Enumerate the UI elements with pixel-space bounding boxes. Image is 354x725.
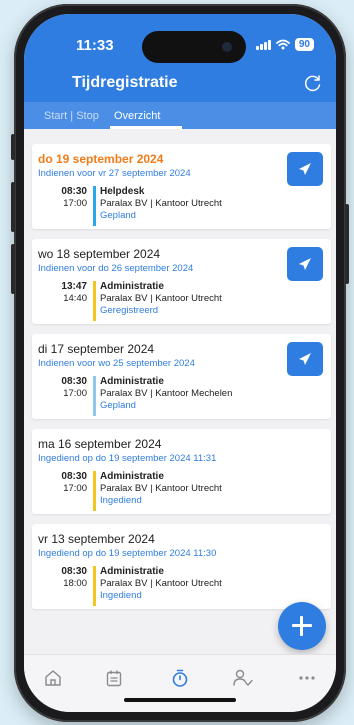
nav-home[interactable] bbox=[38, 663, 68, 693]
signal-icon bbox=[255, 39, 271, 50]
day-submitted: Ingediend op do 19 september 2024 11:30 bbox=[38, 548, 217, 559]
entry-end-time: 14:40 bbox=[63, 293, 87, 304]
entry-status-bar bbox=[93, 566, 96, 606]
refresh-icon[interactable] bbox=[302, 72, 324, 94]
day-card[interactable]: ma 16 september 2024 Ingediend op do 19 … bbox=[32, 429, 331, 514]
entry-title: Administratie bbox=[100, 376, 164, 387]
send-icon bbox=[299, 258, 311, 270]
stopwatch-icon bbox=[172, 669, 188, 687]
nav-calendar[interactable] bbox=[99, 663, 129, 693]
entry-status: Gepland bbox=[100, 210, 136, 221]
entry-title: Helpdesk bbox=[100, 186, 145, 197]
battery-indicator: 90 bbox=[294, 38, 314, 51]
entry-start-time: 08:30 bbox=[61, 186, 87, 197]
page-title: Tijdregistratie bbox=[72, 74, 178, 91]
day-card[interactable]: wo 18 september 2024 Indienen voor do 26… bbox=[32, 239, 331, 324]
submit-button[interactable] bbox=[287, 247, 323, 281]
day-deadline: Indienen voor vr 27 september 2024 bbox=[38, 168, 191, 179]
entry-status-bar bbox=[93, 186, 96, 226]
time-entry[interactable]: 13:47 14:40 Administratie Paralax BV | K… bbox=[48, 281, 318, 325]
entry-status: Ingediend bbox=[100, 495, 142, 506]
tab-start-stop[interactable]: Start | Stop bbox=[44, 110, 99, 122]
add-entry-button[interactable] bbox=[278, 602, 326, 650]
camera-dot bbox=[222, 42, 232, 52]
entry-title: Administratie bbox=[100, 566, 164, 577]
day-date: do 19 september 2024 bbox=[38, 152, 164, 166]
day-date: wo 18 september 2024 bbox=[38, 247, 161, 261]
entry-title: Administratie bbox=[100, 471, 164, 482]
wifi-icon bbox=[275, 39, 290, 50]
entry-start-time: 08:30 bbox=[61, 376, 87, 387]
entry-status: Ingediend bbox=[100, 590, 142, 601]
power-button bbox=[345, 204, 349, 284]
day-card[interactable]: di 17 september 2024 Indienen voor wo 25… bbox=[32, 334, 331, 419]
app-header: Tijdregistratie bbox=[24, 64, 336, 102]
entry-start-time: 08:30 bbox=[61, 471, 87, 482]
status-bar: 11:33 90 bbox=[24, 14, 336, 64]
entry-status-bar bbox=[93, 281, 96, 321]
entry-start-time: 08:30 bbox=[61, 566, 87, 577]
time-entry[interactable]: 08:30 17:00 Helpdesk Paralax BV | Kantoo… bbox=[48, 186, 318, 230]
entry-description: Paralax BV | Kantoor Mechelen bbox=[100, 388, 233, 399]
nav-timer[interactable] bbox=[165, 663, 195, 693]
day-submitted: Ingediend op do 19 september 2024 11:31 bbox=[38, 453, 217, 464]
action-button bbox=[11, 134, 15, 160]
person-check-icon bbox=[233, 669, 253, 686]
entry-description: Paralax BV | Kantoor Utrecht bbox=[100, 293, 222, 304]
entry-status: Geregistreerd bbox=[100, 305, 159, 316]
send-icon bbox=[299, 353, 311, 365]
day-date: di 17 september 2024 bbox=[38, 342, 155, 356]
nav-approvals[interactable] bbox=[228, 663, 258, 693]
dynamic-island bbox=[142, 31, 246, 63]
day-deadline: Indienen voor do 26 september 2024 bbox=[38, 263, 194, 274]
entry-status-bar bbox=[93, 376, 96, 416]
entry-description: Paralax BV | Kantoor Utrecht bbox=[100, 578, 222, 589]
time-entry[interactable]: 08:30 18:00 Administratie Paralax BV | K… bbox=[48, 566, 318, 610]
more-icon bbox=[299, 676, 315, 680]
entry-end-time: 17:00 bbox=[63, 198, 87, 209]
time-entry[interactable]: 08:30 17:00 Administratie Paralax BV | K… bbox=[48, 471, 318, 515]
day-deadline: Indienen voor wo 25 september 2024 bbox=[38, 358, 195, 369]
tab-bar: Start | Stop Overzicht bbox=[24, 102, 336, 129]
entry-start-time: 13:47 bbox=[61, 281, 87, 292]
day-card[interactable]: vr 13 september 2024 Ingediend op do 19 … bbox=[32, 524, 331, 609]
entry-status: Gepland bbox=[100, 400, 136, 411]
entry-end-time: 17:00 bbox=[63, 388, 87, 399]
home-indicator[interactable] bbox=[124, 698, 236, 702]
day-date: ma 16 september 2024 bbox=[38, 437, 162, 451]
entry-status-bar bbox=[93, 471, 96, 511]
tab-overzicht[interactable]: Overzicht bbox=[114, 110, 160, 122]
home-icon bbox=[45, 670, 61, 686]
day-date: vr 13 september 2024 bbox=[38, 532, 155, 546]
submit-button[interactable] bbox=[287, 152, 323, 186]
day-card[interactable]: do 19 september 2024 Indienen voor vr 27… bbox=[32, 144, 331, 229]
bottom-nav bbox=[24, 654, 336, 712]
entry-end-time: 17:00 bbox=[63, 483, 87, 494]
status-icons: 90 bbox=[255, 38, 314, 51]
volume-down-button bbox=[11, 244, 15, 294]
volume-up-button bbox=[11, 182, 15, 232]
send-icon bbox=[299, 163, 311, 175]
entry-end-time: 18:00 bbox=[63, 578, 87, 589]
entry-title: Administratie bbox=[100, 281, 164, 292]
app-screen: 11:33 90 Tijdregistratie Start | Stop Ov… bbox=[24, 14, 336, 712]
overview-list: do 19 september 2024 Indienen voor vr 27… bbox=[24, 129, 336, 649]
status-time: 11:33 bbox=[76, 37, 114, 54]
time-entry[interactable]: 08:30 17:00 Administratie Paralax BV | K… bbox=[48, 376, 318, 420]
entry-description: Paralax BV | Kantoor Utrecht bbox=[100, 483, 222, 494]
phone-frame: 11:33 90 Tijdregistratie Start | Stop Ov… bbox=[11, 4, 349, 722]
submit-button[interactable] bbox=[287, 342, 323, 376]
entry-description: Paralax BV | Kantoor Utrecht bbox=[100, 198, 222, 209]
nav-more[interactable] bbox=[292, 663, 322, 693]
calendar-icon bbox=[106, 670, 122, 687]
